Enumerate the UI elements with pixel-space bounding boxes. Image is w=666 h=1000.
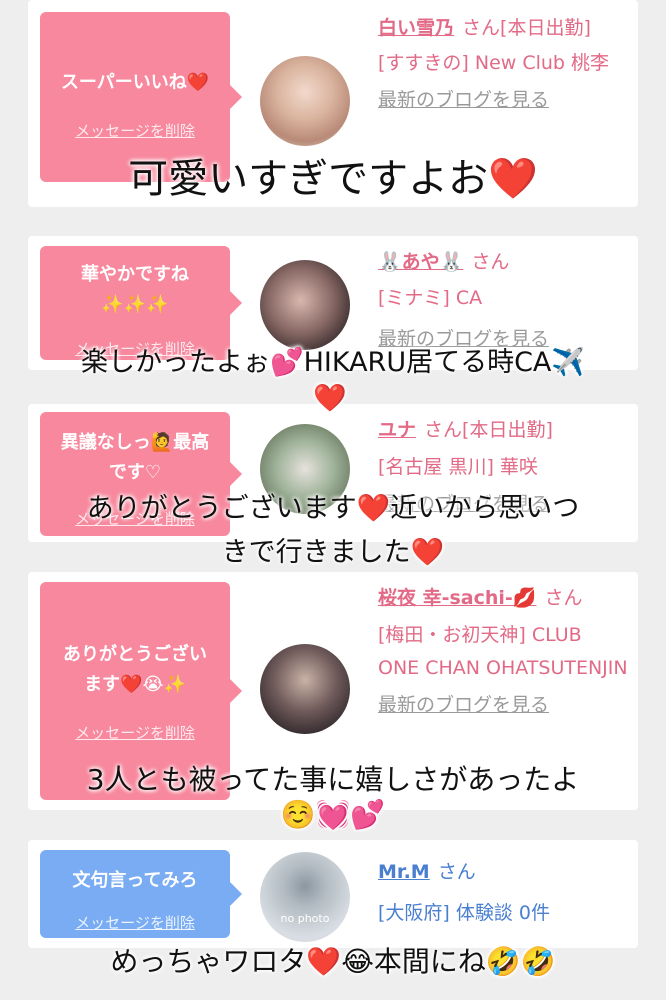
- delete-message-link[interactable]: メッセージを削除: [40, 908, 230, 938]
- avatar[interactable]: no photo: [260, 852, 350, 942]
- delete-message-link[interactable]: メッセージを削除: [40, 116, 230, 146]
- message-text: 文句言ってみろ: [72, 870, 198, 891]
- caption-5: めっちゃワロタ❤️😂本間にね🤣🤣: [110, 945, 556, 978]
- honorific: さん: [462, 17, 501, 39]
- caption-2-line-2: ❤️: [313, 383, 347, 414]
- caption-2-line-1: 楽しかったよぉ💕HIKARU居てる時CA✈️: [80, 347, 586, 378]
- honorific: さん: [424, 419, 463, 441]
- shop-area: [ミナミ] CA: [378, 287, 483, 309]
- cast-name-link[interactable]: ユナ: [378, 419, 416, 441]
- caption-3-line-1: ありがとうございます❤️近いから思いつ: [86, 493, 580, 524]
- message-text: スーパーいいね❤️: [60, 72, 210, 93]
- message-text: 華やかですね ✨✨✨: [81, 264, 189, 315]
- blog-link[interactable]: 最新のブログを見る: [378, 689, 628, 722]
- avatar[interactable]: [260, 644, 350, 734]
- avatar[interactable]: [260, 260, 350, 350]
- cast-name-link[interactable]: 🐰あや🐰: [378, 251, 463, 273]
- message-bubble: 文句言ってみろ メッセージを削除: [40, 850, 242, 938]
- cast-info: 桜夜 幸-sachi-💋 さん [梅田・お初天神] CLUB ONE CHAN O…: [378, 582, 628, 722]
- status-badge: [本日出勤]: [500, 17, 591, 39]
- status-badge: [本日出勤]: [462, 419, 553, 441]
- no-photo-label: no photo: [280, 912, 330, 925]
- caption-4-line-1: 3人とも被ってた事に嬉しさがあったよ: [86, 763, 580, 796]
- cast-info: Mr.M さん [大阪府] 体験談 0件: [378, 856, 628, 930]
- caption-4-line-2: ☺️💓💕: [280, 798, 386, 831]
- caption-3-line-2: きで行きました❤️: [221, 537, 445, 568]
- shop-area: [梅田・お初天神] CLUB ONE CHAN OHATSUTENJIN: [378, 624, 628, 679]
- shop-area: [大阪府] 体験談 0件: [378, 902, 550, 924]
- honorific: さん: [437, 861, 476, 883]
- cast-name-link[interactable]: Mr.M: [378, 861, 430, 883]
- blog-link[interactable]: 最新のブログを見る: [378, 84, 628, 117]
- shop-area: [名古屋 黒川] 華咲: [378, 456, 538, 478]
- honorific: さん: [471, 251, 510, 273]
- caption-1: 可愛いすぎですよお❤️: [128, 156, 538, 202]
- cast-name-link[interactable]: 桜夜 幸-sachi-💋: [378, 587, 536, 609]
- shop-area: [すすきの] New Club 桃李: [378, 52, 610, 74]
- honorific: さん: [544, 587, 583, 609]
- message-text: ありがとうございます❤️😭✨: [63, 644, 207, 695]
- like-card-5: 文句言ってみろ メッセージを削除 no photo Mr.M さん [大阪府] 体…: [28, 840, 638, 948]
- delete-message-link[interactable]: メッセージを削除: [40, 718, 230, 748]
- cast-info: 白い雪乃 さん[本日出勤] [すすきの] New Club 桃李 最新のブログを見…: [378, 12, 628, 117]
- cast-name-link[interactable]: 白い雪乃: [378, 17, 454, 39]
- avatar[interactable]: [260, 56, 350, 146]
- message-text: 異議なしっ🙋最高です♡: [60, 432, 210, 483]
